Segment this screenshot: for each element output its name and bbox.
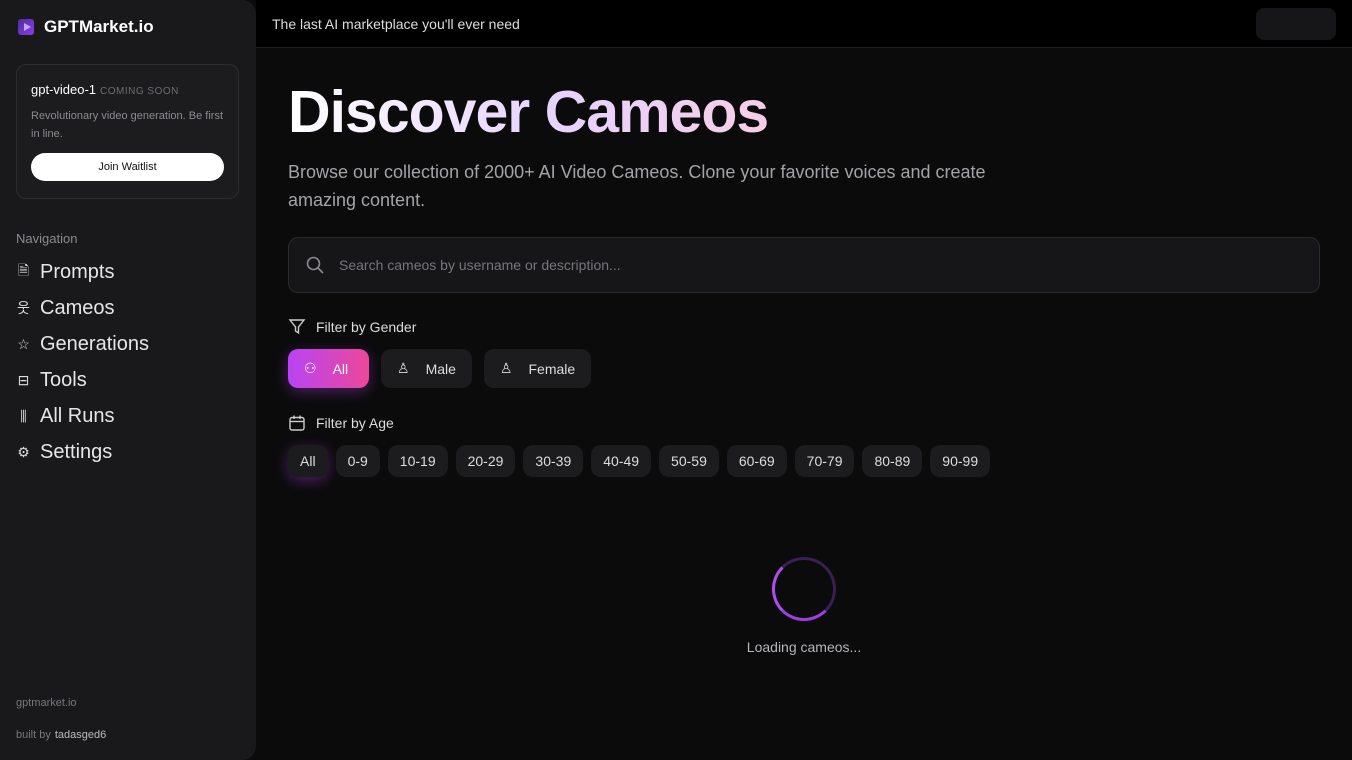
gear-icon: ⚙ — [17, 443, 30, 460]
loading-text: Loading cameos... — [746, 639, 862, 655]
search-box — [288, 237, 1320, 293]
nav-item-prompts[interactable]: 🗎 Prompts — [16, 254, 149, 290]
age-filter-All[interactable]: All — [288, 445, 328, 477]
document-icon: 🗎 — [17, 262, 30, 278]
age-label-text: Filter by Age — [316, 415, 394, 431]
promo-model: gpt-video-1 — [31, 82, 97, 97]
gender-female-button[interactable]: ♙ Female — [483, 349, 592, 388]
age-filter-90-99[interactable]: 90-99 — [930, 445, 991, 477]
age-filter: All 0-9 10-19 20-29 30-39 40-49 50-59 60-69 70-7… — [288, 445, 991, 477]
age-filter-10-19[interactable]: 10-19 — [387, 445, 448, 477]
brand[interactable]: GPTMarket.io — [18, 17, 154, 37]
nav-item-generations[interactable]: ☆ Generations — [16, 326, 149, 362]
star-icon: ☆ — [17, 335, 30, 352]
age-filter-0-9[interactable]: 0-9 — [335, 445, 380, 477]
search-input[interactable] — [339, 257, 1239, 273]
age-filter-80-89[interactable]: 80-89 — [862, 445, 923, 477]
nav-item-label: Cameos — [40, 296, 115, 319]
gender-label-text: Filter by Gender — [316, 319, 417, 335]
site-link[interactable]: gptmarket.io — [16, 697, 77, 709]
nav-item-label: Generations — [40, 332, 149, 355]
nav-item-cameos[interactable]: 웃 Cameos — [16, 290, 149, 326]
gender-filter-label: Filter by Gender — [288, 318, 416, 336]
filter-icon — [288, 319, 306, 335]
gender-label: All — [332, 360, 349, 377]
coming-soon-badge: COMING SOON — [100, 86, 179, 97]
page-title: Discover Cameos — [288, 79, 769, 145]
loading-spinner — [772, 557, 836, 621]
library-icon: ⫼ — [20, 407, 27, 424]
tagline: The last AI marketplace you'll ever need — [272, 16, 520, 32]
nav-label: Navigation — [16, 231, 78, 246]
age-filter-label: Filter by Age — [288, 414, 394, 432]
age-filter-30-39[interactable]: 30-39 — [523, 445, 584, 477]
age-filter-40-49[interactable]: 40-49 — [591, 445, 652, 477]
nav-item-label: All Runs — [40, 404, 115, 427]
nav-item-all-runs[interactable]: ⫼ All Runs — [16, 398, 149, 434]
gender-male-button[interactable]: ♙ Male — [381, 349, 472, 388]
logo-icon — [18, 19, 34, 35]
nav-item-label: Settings — [40, 440, 113, 463]
nav-item-label: Tools — [40, 368, 87, 391]
built-by-label: built by — [16, 729, 51, 741]
nav-item-label: Prompts — [40, 260, 115, 283]
person-icon: 웃 — [17, 300, 30, 316]
account-button[interactable] — [1256, 8, 1336, 40]
nav-item-tools[interactable]: ⊟ Tools — [16, 362, 149, 398]
sidebar: GPTMarket.io gpt-video-1 COMING SOON Revo… — [0, 0, 256, 760]
toolbox-icon: ⊟ — [17, 371, 30, 388]
join-waitlist-button[interactable]: Join Waitlist — [31, 153, 224, 181]
users-icon: ⚇ — [304, 360, 317, 376]
promo-description: Revolutionary video generation. Be first… — [31, 110, 223, 140]
author-link[interactable]: tadasged6 — [55, 729, 106, 741]
gender-label: Female — [528, 360, 576, 377]
age-filter-70-79[interactable]: 70-79 — [794, 445, 855, 477]
top-bar: The last AI marketplace you'll ever need — [256, 0, 1352, 48]
age-filter-50-59[interactable]: 50-59 — [659, 445, 719, 477]
gender-label: Male — [425, 360, 456, 377]
nav-list: 🗎 Prompts 웃 Cameos ☆ Generations ⊟ Tools ⫼ Al… — [16, 254, 149, 470]
promo-card: gpt-video-1 COMING SOON Revolutionary vid… — [16, 64, 239, 199]
nav-item-settings[interactable]: ⚙ Settings — [16, 434, 149, 470]
age-filter-60-69[interactable]: 60-69 — [726, 445, 787, 477]
gender-all-button[interactable]: ⚇ All — [288, 349, 369, 388]
user-icon: ♙ — [397, 360, 410, 376]
page-subtitle: Browse our collection of 2000+ AI Video … — [288, 162, 986, 210]
search-icon — [306, 256, 324, 274]
built-by: built by tadasged6 — [16, 729, 106, 741]
age-filter-20-29[interactable]: 20-29 — [455, 445, 516, 477]
user-icon: ♙ — [499, 360, 513, 376]
brand-name: GPTMarket.io — [44, 17, 154, 36]
calendar-icon — [289, 415, 305, 431]
gender-filter: ⚇ All ♙ Male ♙ Female — [288, 349, 592, 388]
promo-title: gpt-video-1 COMING SOON — [31, 82, 224, 97]
